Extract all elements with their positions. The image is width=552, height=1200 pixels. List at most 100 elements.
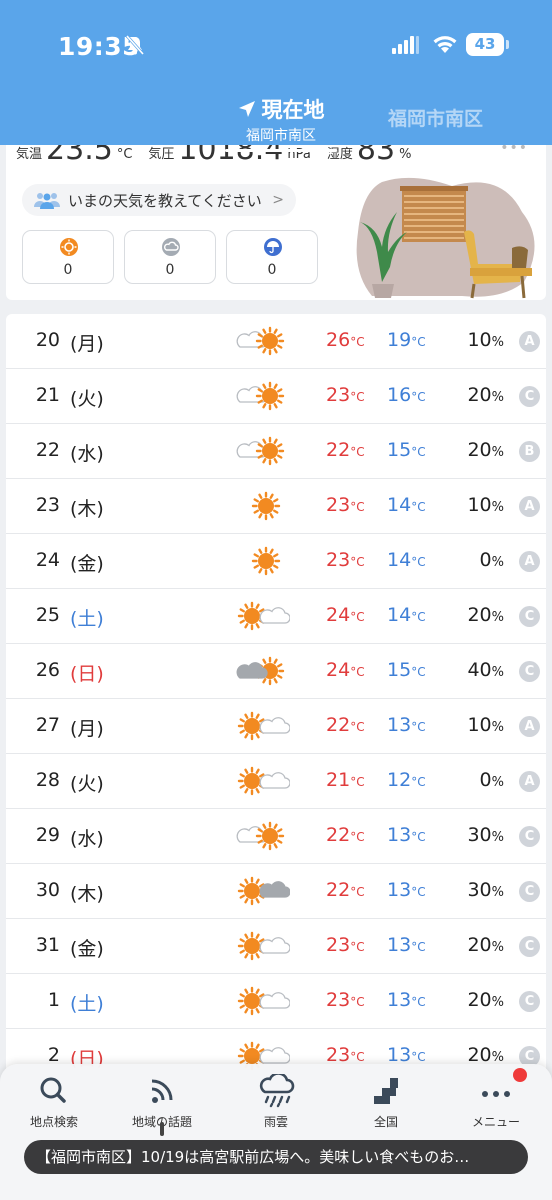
forecast-precip-chance: 30% xyxy=(467,824,504,846)
forecast-day: 30 xyxy=(35,879,60,901)
report-sunny-count: 0 xyxy=(63,262,73,278)
nav-rain-radar[interactable]: 雨雲 xyxy=(228,1074,324,1130)
forecast-precip-chance: 20% xyxy=(467,384,504,406)
forecast-row[interactable]: 26 (日) 24°C 15°C 40% C xyxy=(6,644,546,699)
forecast-high: 23°C xyxy=(326,934,365,956)
forecast-day: 26 xyxy=(35,659,60,681)
forecast-row[interactable]: 27 (月) 22°C 13°C 10% A xyxy=(6,699,546,754)
cellular-signal-icon xyxy=(392,36,419,54)
forecast-weekday: (月) xyxy=(70,333,104,355)
people-icon xyxy=(34,193,60,209)
forecast-day: 1 xyxy=(47,989,60,1011)
cloud-sun-icon xyxy=(236,436,285,466)
forecast-high: 26°C xyxy=(326,329,365,351)
tab-current-subtitle: 福岡市南区 xyxy=(246,128,316,144)
tab-current-location[interactable]: 現在地 福岡市南区 xyxy=(222,94,340,152)
forecast-precip-chance: 40% xyxy=(467,659,504,681)
forecast-low: 13°C xyxy=(387,934,426,956)
location-arrow-icon xyxy=(238,101,255,117)
tab-current-title: 現在地 xyxy=(261,98,325,122)
forecast-row[interactable]: 20 (月) 26°C 19°C 10% A xyxy=(6,314,546,369)
forecast-high: 23°C xyxy=(326,549,365,571)
forecast-day: 25 xyxy=(35,604,60,626)
status-bar: 19:35 43 xyxy=(0,0,552,92)
forecast-low: 13°C xyxy=(387,824,426,846)
forecast-weekday: (火) xyxy=(70,773,104,795)
forecast-weekday: (金) xyxy=(70,553,104,575)
forecast-high: 22°C xyxy=(326,824,365,846)
news-ticker[interactable]: 【福岡市南区】10/19は高宮駅前広場へ。美味しい食べものお… xyxy=(24,1140,528,1174)
sun-darkcloud-icon xyxy=(237,876,290,906)
temp-unit: °C xyxy=(116,147,133,162)
forecast-precip-chance: 0% xyxy=(479,549,504,571)
forecast-row[interactable]: 31 (金) 23°C 13°C 20% C xyxy=(6,919,546,974)
forecast-row[interactable]: 24 (金) 23°C 14°C 0% A xyxy=(6,534,546,589)
forecast-weekday: (水) xyxy=(70,443,104,465)
report-sunny-button[interactable]: 0 xyxy=(22,230,114,284)
nav-location-search-label: 地点検索 xyxy=(29,1115,78,1129)
forecast-precip-chance: 10% xyxy=(467,494,504,516)
sun-report-icon xyxy=(60,238,78,256)
forecast-day: 22 xyxy=(35,439,60,461)
current-conditions-card: 気温 23.5 °C 気圧 1018.4 hPa 湿度 83 % ••• いまの… xyxy=(6,132,546,300)
forecast-row[interactable]: 22 (水) 22°C 15°C 20% B xyxy=(6,424,546,479)
forecast-row[interactable]: 23 (木) 23°C 14°C 10% A xyxy=(6,479,546,534)
forecast-low: 19°C xyxy=(387,329,426,351)
humidity-unit: % xyxy=(399,147,412,162)
forecast-row[interactable]: 25 (土) 24°C 14°C 20% C xyxy=(6,589,546,644)
sun-icon xyxy=(251,546,281,576)
map-icon xyxy=(374,1078,398,1104)
report-weather-label: いまの天気を教えてください xyxy=(68,191,262,210)
forecast-low: 13°C xyxy=(387,879,426,901)
nav-menu[interactable]: メニュー xyxy=(448,1074,544,1130)
forecast-day: 21 xyxy=(35,384,60,406)
sun-cloud-icon xyxy=(237,931,290,961)
forecast-weekday: (金) xyxy=(70,938,104,960)
cloud-report-icon xyxy=(162,238,180,256)
report-cloudy-button[interactable]: 0 xyxy=(124,230,216,284)
forecast-low: 14°C xyxy=(387,549,426,571)
wifi-icon xyxy=(433,36,457,53)
forecast-low: 14°C xyxy=(387,604,426,626)
tab-active-underline xyxy=(225,149,337,152)
forecast-row[interactable]: 21 (火) 23°C 16°C 20% C xyxy=(6,369,546,424)
forecast-high: 23°C xyxy=(326,494,365,516)
forecast-row[interactable]: 1 (土) 23°C 13°C 20% C xyxy=(6,974,546,1029)
nav-nationwide[interactable]: 全国 xyxy=(338,1074,434,1130)
forecast-row[interactable]: 29 (水) 22°C 13°C 30% C xyxy=(6,809,546,864)
forecast-reliability-badge: A xyxy=(519,716,540,737)
nav-location-search[interactable]: 地点検索 xyxy=(6,1074,102,1130)
rain-report-icon xyxy=(264,238,282,256)
location-tabs: 現在地 福岡市南区 福岡市南区 xyxy=(0,92,552,152)
report-weather-button[interactable]: いまの天気を教えてください > xyxy=(22,184,296,216)
cloud-sun-icon xyxy=(236,326,285,356)
forecast-high: 23°C xyxy=(326,384,365,406)
forecast-reliability-badge: A xyxy=(519,496,540,517)
forecast-day: 2 xyxy=(47,1044,60,1066)
tab-saved-location[interactable]: 福岡市南区 xyxy=(388,104,483,131)
feed-icon xyxy=(151,1079,173,1103)
forecast-low: 13°C xyxy=(387,989,426,1011)
report-cloudy-count: 0 xyxy=(165,262,175,278)
pressure-label: 気圧 xyxy=(148,147,175,162)
forecast-row[interactable]: 28 (火) 21°C 12°C 0% A xyxy=(6,754,546,809)
forecast-reliability-badge: C xyxy=(519,826,540,847)
forecast-reliability-badge: C xyxy=(519,386,540,407)
forecast-row[interactable]: 30 (木) 22°C 13°C 30% C xyxy=(6,864,546,919)
report-rainy-button[interactable]: 0 xyxy=(226,230,318,284)
forecast-day: 28 xyxy=(35,769,60,791)
forecast-weekday: (水) xyxy=(70,828,104,850)
forecast-high: 23°C xyxy=(326,989,365,1011)
search-icon xyxy=(40,1077,66,1103)
darkcloud-sun-icon xyxy=(236,656,285,686)
bottom-navigation: 地点検索 地域の話題 雨雲 全国 メニュー xyxy=(0,1064,552,1200)
nav-rain-radar-label: 雨雲 xyxy=(263,1115,288,1129)
app-header: 19:35 43 現在地 福岡市南区 福岡市南区 xyxy=(0,0,552,152)
forecast-high: 22°C xyxy=(326,714,365,736)
battery-indicator: 43 xyxy=(466,33,504,56)
forecast-high: 24°C xyxy=(326,604,365,626)
forecast-reliability-badge: C xyxy=(519,991,540,1012)
forecast-high: 22°C xyxy=(326,439,365,461)
nav-menu-label: メニュー xyxy=(471,1115,520,1129)
sun-cloud-icon xyxy=(237,766,290,796)
